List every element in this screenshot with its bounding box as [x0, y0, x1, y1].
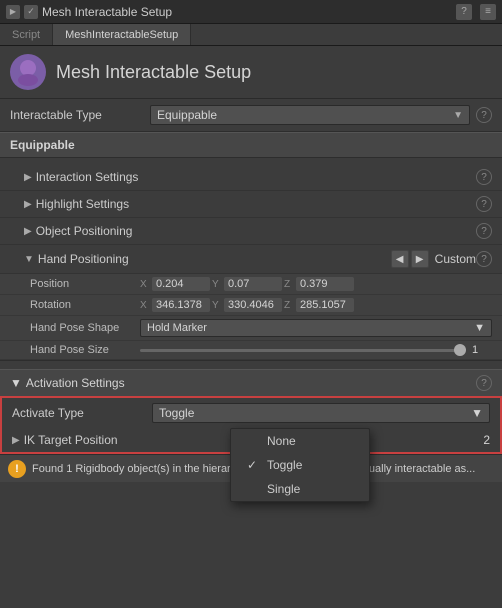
- hand-pose-shape-dropdown[interactable]: Hold Marker ▼: [140, 319, 492, 337]
- position-x-input[interactable]: [152, 277, 210, 291]
- title-bar-right: ? ≡: [456, 4, 496, 20]
- position-z-input[interactable]: [296, 277, 354, 291]
- position-z: Z: [284, 277, 354, 291]
- hand-pose-size-row: Hand Pose Size 1: [0, 341, 502, 360]
- interactable-type-value: Equippable: [157, 108, 217, 122]
- nav-right-button[interactable]: ▶: [411, 250, 429, 268]
- hand-pose-shape-value: Hold Marker: [147, 322, 207, 334]
- activate-type-label: Activate Type: [12, 406, 152, 420]
- hand-positioning-arrow: ▼: [24, 254, 34, 265]
- interactable-type-help[interactable]: ?: [476, 107, 492, 123]
- activation-header: ▼ Activation Settings ?: [0, 370, 502, 396]
- activate-type-row: Activate Type Toggle ▼: [0, 396, 502, 428]
- title-bar: ▶ ✓ Mesh Interactable Setup ? ≡: [0, 0, 502, 24]
- tab-mesh-interactable[interactable]: MeshInteractableSetup: [53, 24, 191, 45]
- hand-pose-shape-row: Hand Pose Shape Hold Marker ▼: [0, 316, 502, 341]
- help-button[interactable]: ?: [456, 4, 472, 20]
- highlight-settings-row[interactable]: ▶ Highlight Settings ?: [0, 191, 502, 218]
- interaction-settings-label: Interaction Settings: [36, 170, 476, 184]
- title-bar-icon: ▶: [6, 5, 20, 19]
- rotation-xyz: X Y Z: [140, 298, 492, 312]
- activate-dropdown-arrow: ▼: [471, 406, 483, 420]
- position-y-input[interactable]: [224, 277, 282, 291]
- activation-header-left: ▼ Activation Settings: [10, 376, 125, 390]
- hand-positioning-row: ▼ Hand Positioning ◀ ▶ Custom ?: [0, 245, 502, 274]
- dropdown-option-toggle[interactable]: ✓ Toggle: [231, 453, 369, 477]
- tab-script[interactable]: Script: [0, 24, 53, 45]
- ik-target-arrow: ▶: [12, 435, 20, 446]
- header-icon: [10, 54, 46, 90]
- rotation-y-input[interactable]: [224, 298, 282, 312]
- activate-type-value: Toggle: [159, 406, 194, 420]
- interactable-type-dropdown[interactable]: Equippable ▼: [150, 105, 470, 125]
- activate-type-popup: None ✓ Toggle Single: [230, 428, 370, 502]
- z-label: Z: [284, 279, 294, 290]
- hand-pose-size-label: Hand Pose Size: [30, 344, 140, 356]
- header-title: Mesh Interactable Setup: [56, 62, 251, 83]
- object-positioning-help[interactable]: ?: [476, 223, 492, 239]
- rotation-x: X: [140, 298, 210, 312]
- hand-pose-size-slider-container: 1: [140, 344, 492, 356]
- title-bar-title: Mesh Interactable Setup: [42, 5, 172, 19]
- x-label: X: [140, 279, 150, 290]
- ry-label: Y: [212, 300, 222, 311]
- rotation-label: Rotation: [30, 299, 140, 311]
- rotation-field-row: Rotation X Y Z: [0, 295, 502, 316]
- dropdown-option-single[interactable]: Single: [231, 477, 369, 501]
- hand-positioning-nav: ◀ ▶: [391, 250, 429, 268]
- y-label: Y: [212, 279, 222, 290]
- activation-arrow: ▼: [10, 376, 22, 390]
- activate-type-dropdown[interactable]: Toggle ▼: [152, 403, 490, 423]
- interactable-type-label: Interactable Type: [10, 108, 150, 122]
- nav-left-button[interactable]: ◀: [391, 250, 409, 268]
- hand-pose-size-slider-track[interactable]: [140, 349, 466, 352]
- highlight-settings-label: Highlight Settings: [36, 197, 476, 211]
- tab-bar: Script MeshInteractableSetup: [0, 24, 502, 46]
- interaction-settings-help[interactable]: ?: [476, 169, 492, 185]
- hand-pose-size-value: 1: [472, 344, 492, 356]
- hand-positioning-help[interactable]: ?: [476, 251, 492, 267]
- menu-button[interactable]: ≡: [480, 4, 496, 20]
- interaction-settings-arrow: ▶: [24, 172, 32, 183]
- dropdown-option-none[interactable]: None: [231, 429, 369, 453]
- hand-pose-shape-arrow: ▼: [474, 322, 485, 334]
- position-xyz: X Y Z: [140, 277, 492, 291]
- equippable-header: Equippable: [0, 132, 502, 158]
- rotation-z-input[interactable]: [296, 298, 354, 312]
- header: Mesh Interactable Setup: [0, 46, 502, 99]
- object-positioning-row[interactable]: ▶ Object Positioning ?: [0, 218, 502, 245]
- title-bar-left: ▶ ✓ Mesh Interactable Setup: [6, 5, 456, 19]
- position-x: X: [140, 277, 210, 291]
- warning-icon: !: [8, 460, 26, 478]
- rotation-y: Y: [212, 298, 282, 312]
- ik-target-label: ▶ IK Target Position: [12, 433, 152, 447]
- interactable-type-row: Interactable Type Equippable ▼ ?: [0, 99, 502, 132]
- hand-positioning-fields: Position X Y Z Rotation X Y: [0, 274, 502, 361]
- activation-help[interactable]: ?: [476, 375, 492, 391]
- position-y: Y: [212, 277, 282, 291]
- title-bar-checkbox[interactable]: ✓: [24, 5, 38, 19]
- hand-pose-size-slider-thumb: [454, 344, 466, 356]
- object-positioning-arrow: ▶: [24, 226, 32, 237]
- dropdown-arrow-icon: ▼: [453, 110, 463, 121]
- rz-label: Z: [284, 300, 294, 311]
- rotation-z: Z: [284, 298, 354, 312]
- object-positioning-label: Object Positioning: [36, 224, 476, 238]
- position-field-row: Position X Y Z: [0, 274, 502, 295]
- hand-pose-shape-label: Hand Pose Shape: [30, 322, 140, 334]
- highlight-settings-help[interactable]: ?: [476, 196, 492, 212]
- activation-label: Activation Settings: [26, 376, 125, 390]
- interaction-settings-row[interactable]: ▶ Interaction Settings ?: [0, 164, 502, 191]
- activation-section: ▼ Activation Settings ? Activate Type To…: [0, 369, 502, 454]
- highlight-settings-arrow: ▶: [24, 199, 32, 210]
- hand-positioning-label: Hand Positioning: [38, 252, 385, 266]
- rotation-x-input[interactable]: [152, 298, 210, 312]
- rx-label: X: [140, 300, 150, 311]
- position-label: Position: [30, 278, 140, 290]
- hand-positioning-value: Custom: [435, 252, 476, 266]
